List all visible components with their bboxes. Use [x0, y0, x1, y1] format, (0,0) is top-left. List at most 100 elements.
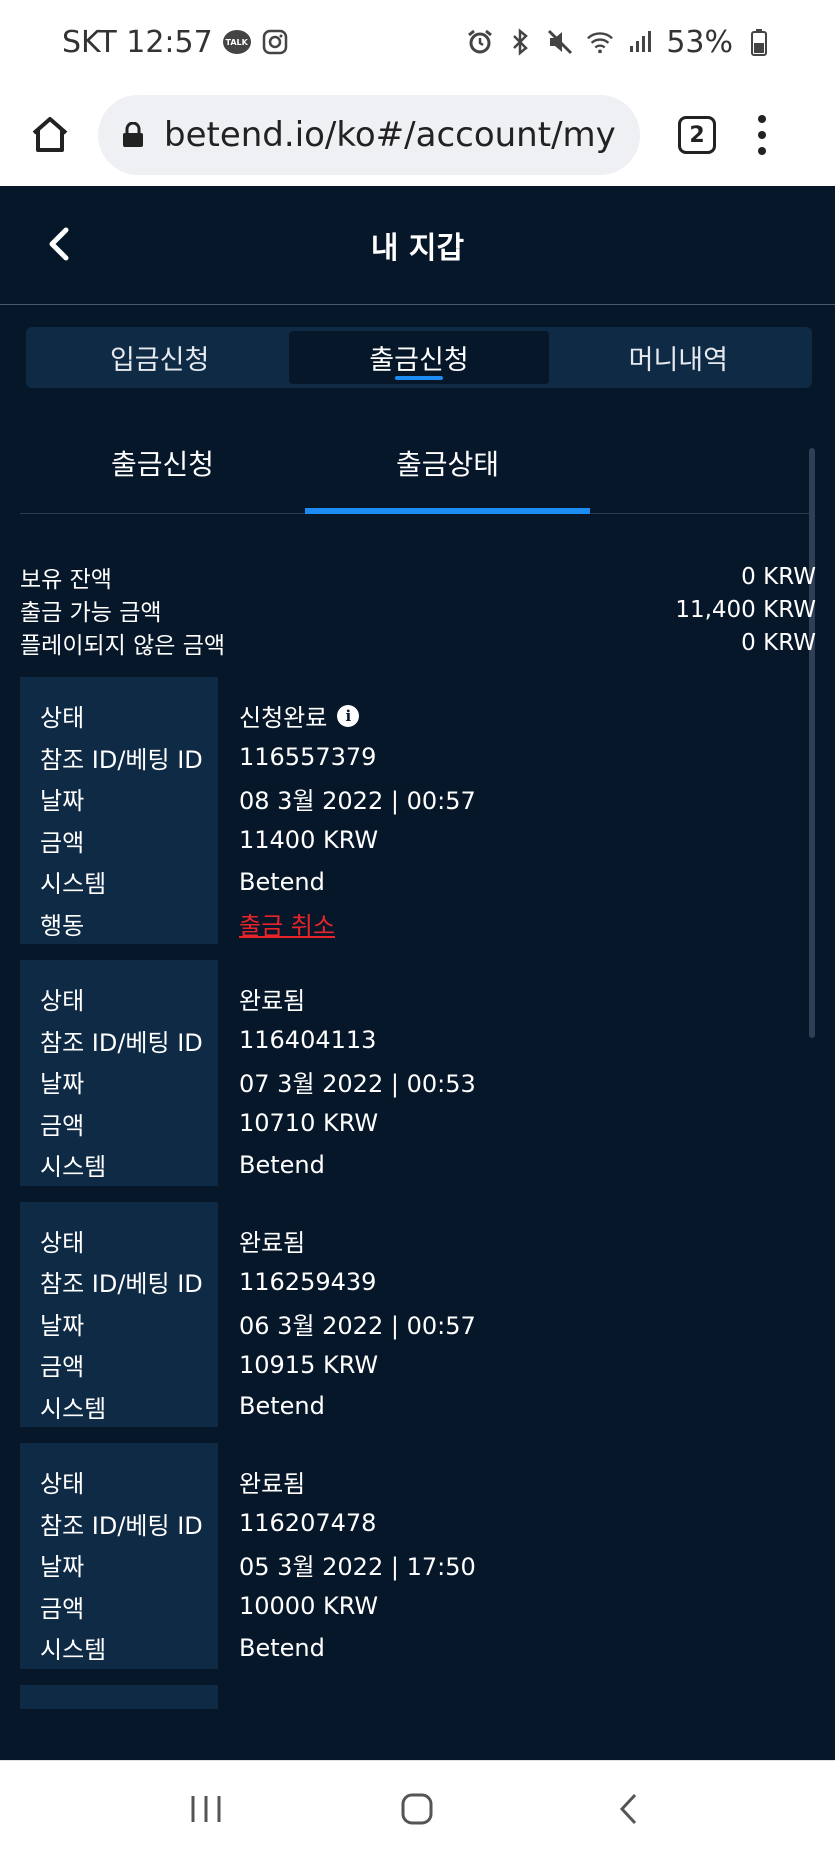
status-bar: SKT 12:57 TALK 53%	[0, 0, 835, 84]
back-button[interactable]	[40, 222, 80, 266]
date-label: 날짜	[40, 1311, 85, 1340]
home-button[interactable]	[28, 113, 72, 157]
wallet-app: 내 지갑 입금신청 출금신청 머니내역 출금신청 출금상태 보유 잔액 0 KR…	[0, 186, 835, 1760]
record-labels: 상태 참조 ID/베팅 ID 날짜 금액 시스템	[20, 1201, 218, 1427]
withdrawal-record: 상태 참조 ID/베팅 ID 날짜 금액 시스템 행동 신청완료 i 11655…	[20, 677, 816, 944]
browser-menu-button[interactable]	[756, 115, 768, 155]
back-nav-icon	[620, 1793, 637, 1824]
ref-id-value: 116207478	[239, 1509, 377, 1538]
more-dot-icon	[758, 147, 766, 155]
ref-id-label: 참조 ID/베팅 ID	[40, 1270, 203, 1299]
amount-label: 금액	[40, 1353, 85, 1382]
ref-id-value: 116259439	[239, 1267, 377, 1296]
status-value: 완료됨	[239, 1228, 306, 1257]
subtab-withdraw-status[interactable]: 출금상태	[305, 412, 590, 514]
date-value: 06 3월 2022 | 00:57	[239, 1311, 476, 1340]
home-icon	[32, 117, 68, 152]
main-tabs: 입금신청 출금신청 머니내역	[26, 327, 812, 388]
unplayed-label: 플레이되지 않은 금액	[20, 632, 226, 659]
withdrawal-record: 상태 참조 ID/베팅 ID 날짜 금액 시스템 완료됨 116404113 0…	[20, 960, 816, 1186]
ref-id-label: 참조 ID/베팅 ID	[40, 745, 203, 774]
tab-deposit[interactable]: 입금신청	[30, 331, 289, 384]
kakaotalk-icon: TALK	[222, 28, 251, 56]
url-text: betend.io/ko#/account/my-w	[164, 115, 616, 155]
record-values: 완료됨 116259439 06 3월 2022 | 00:57 10915 K…	[218, 1202, 816, 1428]
status-value: 완료됨	[239, 987, 306, 1016]
record-values: 신청완료 i 116557379 08 3월 2022 | 00:57 1140…	[218, 677, 816, 944]
cancel-withdrawal-link[interactable]: 출금 취소	[239, 906, 335, 941]
amount-value: 10710 KRW	[239, 1109, 379, 1138]
system-value: Betend	[239, 1633, 325, 1662]
instagram-icon	[261, 28, 289, 56]
date-value: 05 3월 2022 | 17:50	[239, 1553, 476, 1582]
app-header: 내 지갑	[0, 186, 835, 305]
record-labels: 상태 참조 ID/베팅 ID 날짜 금액 시스템	[20, 1443, 218, 1669]
system-nav-bar	[0, 1760, 835, 1856]
date-label: 날짜	[40, 1553, 85, 1582]
bluetooth-icon	[506, 28, 534, 56]
amount-label: 금액	[40, 828, 85, 857]
more-dot-icon	[758, 131, 766, 139]
sub-tabs: 출금신청 출금상태	[20, 412, 815, 514]
url-bar[interactable]: betend.io/ko#/account/my-w	[98, 95, 640, 175]
amount-label: 금액	[40, 1594, 85, 1623]
more-dot-icon	[758, 115, 766, 123]
system-label: 시스템	[40, 870, 107, 899]
wifi-icon	[586, 28, 614, 56]
tab-money-history[interactable]: 머니내역	[549, 331, 808, 384]
amount-label: 금액	[40, 1111, 85, 1140]
mute-icon	[546, 28, 574, 56]
balance-row: 보유 잔액 0 KRW	[20, 560, 816, 593]
record-labels: 상태 참조 ID/베팅 ID 날짜 금액 시스템	[20, 960, 218, 1186]
ref-id-label: 참조 ID/베팅 ID	[40, 1028, 203, 1057]
recent-apps-icon	[191, 1795, 221, 1822]
amount-value: 10915 KRW	[239, 1350, 379, 1379]
amount-value: 10000 KRW	[239, 1592, 379, 1621]
home-nav-icon	[401, 1793, 433, 1824]
record-labels: 상태 참조 ID/베팅 ID 날짜 금액 시스템 행동	[20, 677, 218, 944]
status-label: 상태	[40, 1470, 85, 1499]
status-label: 상태	[40, 987, 85, 1016]
ref-id-label: 참조 ID/베팅 ID	[40, 1511, 203, 1540]
info-icon[interactable]: i	[337, 704, 360, 727]
recent-apps-button[interactable]	[176, 1784, 236, 1834]
system-value: Betend	[239, 1150, 325, 1179]
ref-id-value: 116404113	[239, 1026, 377, 1055]
tab-withdraw[interactable]: 출금신청	[289, 331, 549, 384]
carrier-time: SKT 12:57	[62, 24, 213, 60]
chevron-left-icon	[49, 227, 69, 261]
system-value: Betend	[239, 1392, 325, 1421]
status-label: 상태	[40, 704, 85, 733]
record-values: 완료됨 116207478 05 3월 2022 | 17:50 10000 K…	[218, 1443, 816, 1669]
date-value: 07 3월 2022 | 00:53	[239, 1070, 476, 1099]
date-label: 날짜	[40, 1070, 85, 1099]
status-label: 상태	[40, 1228, 85, 1257]
amount-value: 11400 KRW	[239, 826, 379, 855]
page-title: 내 지갑	[370, 231, 465, 266]
withdrawal-records: 상태 참조 ID/베팅 ID 날짜 금액 시스템 행동 신청완료 i 11655…	[20, 677, 816, 1709]
date-value: 08 3월 2022 | 00:57	[239, 787, 476, 816]
tab-switcher-button[interactable]: 2	[678, 116, 716, 154]
home-nav-button[interactable]	[387, 1784, 447, 1834]
action-label: 행동	[40, 911, 85, 940]
balance-value: 0 KRW	[741, 563, 816, 590]
system-label: 시스템	[40, 1636, 107, 1665]
withdrawal-record: 상태 참조 ID/베팅 ID 날짜 금액 시스템 완료됨 116259439 0…	[20, 1201, 816, 1428]
back-nav-button[interactable]	[599, 1784, 659, 1834]
status-right: 53%	[466, 25, 773, 60]
signal-icon	[626, 28, 654, 56]
lock-icon	[123, 122, 143, 147]
system-label: 시스템	[40, 1153, 107, 1182]
record-values: 완료됨 116404113 07 3월 2022 | 00:53 10710 K…	[218, 960, 816, 1186]
balance-summary: 보유 잔액 0 KRW 출금 가능 금액 11,400 KRW 플레이되지 않은…	[20, 560, 816, 659]
status-text: 신청완료	[239, 704, 328, 733]
withdrawal-record: 상태 참조 ID/베팅 ID 날짜 금액 시스템 완료됨 116207478 0…	[20, 1443, 816, 1669]
unplayed-row: 플레이되지 않은 금액 0 KRW	[20, 626, 816, 659]
subtab-withdraw-request[interactable]: 출금신청	[20, 412, 305, 513]
action-value: 출금 취소	[239, 903, 816, 945]
alarm-icon	[466, 28, 494, 56]
system-value: Betend	[239, 867, 325, 896]
status-left: SKT 12:57 TALK	[62, 25, 289, 60]
date-label: 날짜	[40, 787, 85, 816]
unplayed-value: 0 KRW	[741, 629, 816, 656]
